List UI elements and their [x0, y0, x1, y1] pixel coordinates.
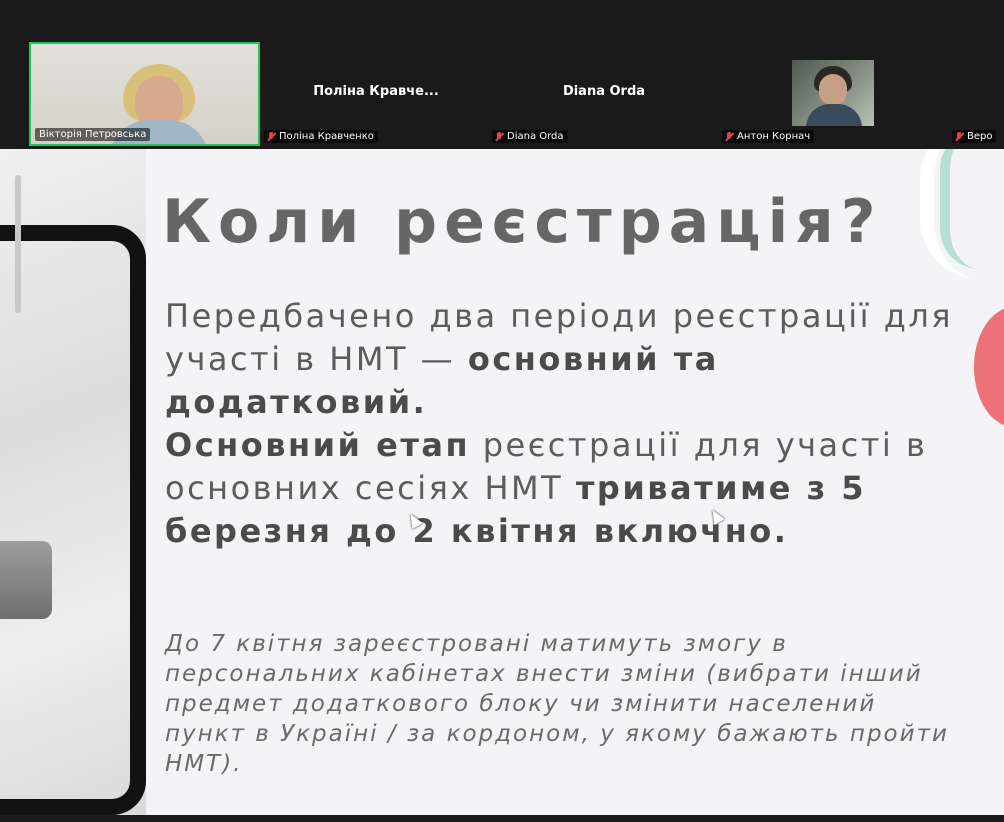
participant-tile-diana[interactable]: Diana Orda Diana Orda — [490, 42, 718, 146]
participant-tile-vero[interactable]: Веро — [950, 42, 1004, 146]
mic-muted-icon — [495, 131, 504, 142]
participant-strip: Вікторія Петровська Поліна Кравче... Пол… — [0, 0, 1004, 149]
participant-display-name: Diana Orda — [562, 84, 646, 99]
bottom-bar — [0, 815, 1004, 822]
slide-body: Передбачено два періоди реєстрації для у… — [165, 295, 965, 553]
participant-name-tag: Diana Orda — [492, 130, 568, 143]
participant-name-tag: Веро — [952, 130, 997, 143]
video-face — [819, 74, 847, 106]
decorative-circle — [974, 307, 1004, 427]
participant-name: Поліна Кравченко — [279, 131, 374, 142]
participant-display-name: Поліна Кравче... — [313, 84, 439, 99]
participant-name-tag: Поліна Кравченко — [264, 130, 378, 143]
decorative-ring-green — [940, 149, 1004, 269]
participant-name-tag: Антон Корнач — [722, 130, 815, 143]
mic-muted-icon — [955, 131, 964, 142]
slide-title: Коли реєстрація? — [162, 187, 883, 257]
mic-muted-icon — [725, 131, 734, 142]
participant-tile-active[interactable]: Вікторія Петровська — [29, 42, 260, 146]
slide-note: До 7 квітня зареєстровані матимуть змогу… — [165, 631, 949, 777]
mic-muted-icon — [267, 131, 276, 142]
participant-name: Веро — [967, 131, 993, 142]
phone-frame-decoration — [0, 225, 146, 815]
participant-name: Вікторія Петровська — [35, 128, 151, 141]
participant-name: Антон Корнач — [737, 131, 811, 142]
participant-name: Diana Orda — [507, 131, 564, 142]
body-bold-2: Основний етап — [165, 426, 471, 464]
participant-video-anton — [792, 60, 874, 126]
participant-tile-polina[interactable]: Поліна Кравче... Поліна Кравченко — [262, 42, 490, 146]
video-body — [806, 104, 862, 126]
shared-screen-slide: Коли реєстрація? Передбачено два періоди… — [0, 149, 1004, 822]
scrollbar[interactable] — [15, 175, 21, 313]
